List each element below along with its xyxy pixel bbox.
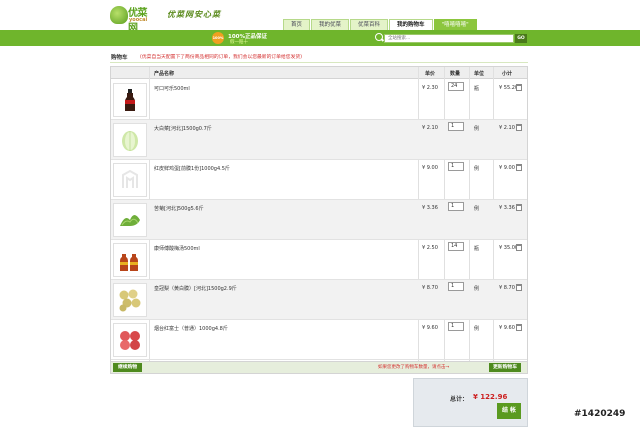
- table-footer: 继续购物 如果您更改了购物车数量，请点击→ 更新购物车: [111, 361, 527, 373]
- update-hint: 如果您更改了购物车数量，请点击→: [378, 365, 450, 370]
- product-price: ¥ 9.60: [422, 325, 438, 331]
- search-go-button[interactable]: GO: [515, 34, 527, 43]
- product-subtotal: ¥ 3.36: [499, 205, 515, 211]
- product-image[interactable]: [113, 203, 147, 237]
- search-input[interactable]: [384, 34, 514, 43]
- trash-icon[interactable]: [516, 284, 522, 291]
- product-image[interactable]: [113, 283, 147, 317]
- cart-table: 产品名称 单价 数量 单位 小计 可口可乐500ml ¥ 2.30 24 瓶 ¥…: [110, 66, 528, 374]
- product-unit: 例: [474, 326, 480, 332]
- green-search-bar: [0, 30, 640, 46]
- nav-home[interactable]: 首页: [283, 19, 311, 30]
- table-row: 大白菜[河北]1500g0.7斤 ¥ 2.10 1 例 ¥ 2.10: [111, 120, 527, 160]
- cabbage-logo-icon: [110, 6, 128, 24]
- product-unit: 例: [474, 126, 480, 132]
- quantity-input[interactable]: 14: [448, 242, 464, 251]
- table-header: 产品名称 单价 数量 单位 小计: [111, 67, 527, 79]
- col-price: 单价: [425, 71, 436, 77]
- table-row: 烟台红富士（普通）1000g4.8斤 ¥ 9.60 1 例 ¥ 9.60: [111, 320, 527, 360]
- quantity-input[interactable]: 1: [448, 322, 464, 331]
- table-row: 康师傅酸梅汤500ml ¥ 2.50 14 瓶 ¥ 35.00: [111, 240, 527, 280]
- endive-image: [120, 215, 140, 226]
- product-image[interactable]: [113, 123, 147, 157]
- trash-icon[interactable]: [516, 84, 522, 91]
- product-price: ¥ 3.36: [422, 205, 438, 211]
- placeholder-image: [122, 169, 138, 188]
- trash-icon[interactable]: [516, 124, 522, 131]
- product-price: ¥ 2.50: [422, 245, 438, 251]
- logo-subtext: yoocai: [129, 17, 148, 23]
- product-name[interactable]: 皇冠梨（黄白膜）[河北]1500g2.9斤: [154, 285, 237, 292]
- total-value: ¥ 122.96: [473, 393, 508, 401]
- quantity-input[interactable]: 1: [448, 282, 464, 291]
- product-unit: 例: [474, 206, 480, 212]
- table-row: 苦菊[河北]500g5.6斤 ¥ 3.36 1 例 ¥ 3.36: [111, 200, 527, 240]
- col-product-name: 产品名称: [154, 71, 175, 77]
- nav-my-cart[interactable]: 我的购物车: [389, 19, 433, 30]
- apples-image: [120, 331, 140, 350]
- quantity-input[interactable]: 1: [448, 122, 464, 131]
- product-price: ¥ 9.00: [422, 165, 438, 171]
- order-summary: 总计： ¥ 122.96 结 帐: [413, 378, 528, 427]
- product-unit: 瓶: [474, 246, 480, 252]
- checkout-button[interactable]: 结 帐: [497, 403, 521, 419]
- quantity-input[interactable]: 24: [448, 82, 464, 91]
- watermark-id: #1420249: [574, 409, 626, 419]
- cabbage-image: [122, 131, 138, 151]
- product-unit: 例: [474, 286, 480, 292]
- total-label: 总计：: [450, 396, 469, 403]
- search-icon: [375, 33, 383, 41]
- product-price: ¥ 2.30: [422, 85, 438, 91]
- product-name[interactable]: 烟台红富士（普通）1000g4.8斤: [154, 325, 228, 332]
- drink-bottles-image: [120, 254, 138, 271]
- table-row: 皇冠梨（黄白膜）[河北]1500g2.9斤 ¥ 8.70 1 例 ¥ 8.70: [111, 280, 527, 320]
- product-name[interactable]: 康师傅酸梅汤500ml: [154, 245, 200, 252]
- nav-extra[interactable]: "嘻嘻嘻嘻": [433, 19, 477, 30]
- guarantee-subtext: 假一赔十: [230, 40, 248, 45]
- continue-shopping-button[interactable]: 继续购物: [113, 363, 143, 372]
- cart-title: 购物车: [111, 55, 128, 61]
- nav-encyclopedia[interactable]: 优菜百科: [350, 19, 389, 30]
- table-row: 红皮鲜鸡蛋[前膜1份]1000g4.5斤 ¥ 9.00 1 例 ¥ 9.00: [111, 160, 527, 200]
- product-subtotal: ¥ 2.10: [499, 125, 515, 131]
- product-subtotal: ¥ 9.60: [499, 325, 515, 331]
- product-price: ¥ 8.70: [422, 285, 438, 291]
- trash-icon[interactable]: [516, 204, 522, 211]
- top-header: 优菜网 yoocai 优菜网安心菜 首页 我的优菜 优菜百科 我的购物车 "嘻嘻…: [0, 0, 640, 34]
- update-cart-button[interactable]: 更新购物车: [489, 363, 521, 372]
- product-name[interactable]: 可口可乐500ml: [154, 85, 190, 92]
- quantity-input[interactable]: 1: [448, 202, 464, 211]
- product-subtotal: ¥ 9.00: [499, 165, 515, 171]
- trash-icon[interactable]: [516, 244, 522, 251]
- product-price: ¥ 2.10: [422, 125, 438, 131]
- col-unit: 单位: [474, 71, 485, 77]
- product-subtotal: ¥ 8.70: [499, 285, 515, 291]
- site-slogan: 优菜网安心菜: [167, 9, 221, 19]
- cart-notice: (优菜自当天配置下了两份商品相同的订单，我们会以您最新的订单给您发货): [140, 55, 303, 60]
- cola-bottle-image: [125, 89, 135, 111]
- trash-icon[interactable]: [516, 164, 522, 171]
- cart-heading-row: 购物车 (优菜自当天配置下了两份商品相同的订单，我们会以您最新的订单给您发货): [110, 50, 528, 63]
- pears-image: [119, 289, 141, 312]
- product-unit: 例: [474, 166, 480, 172]
- main-nav: 首页 我的优菜 优菜百科 我的购物车 "嘻嘻嘻嘻": [283, 19, 478, 30]
- product-unit: 瓶: [474, 86, 480, 92]
- guarantee-badge-icon: 100%: [212, 32, 224, 44]
- nav-my-youcai[interactable]: 我的优菜: [311, 19, 350, 30]
- quantity-input[interactable]: 1: [448, 162, 464, 171]
- trash-icon[interactable]: [516, 324, 522, 331]
- product-image[interactable]: [113, 323, 147, 357]
- product-image[interactable]: [113, 243, 147, 277]
- site-logo[interactable]: 优菜网 yoocai: [110, 4, 154, 34]
- product-name[interactable]: 苦菊[河北]500g5.6斤: [154, 205, 204, 212]
- product-image[interactable]: [113, 163, 147, 197]
- col-quantity: 数量: [450, 71, 461, 77]
- product-name[interactable]: 红皮鲜鸡蛋[前膜1份]1000g4.5斤: [154, 165, 230, 172]
- product-name[interactable]: 大白菜[河北]1500g0.7斤: [154, 125, 212, 132]
- product-image[interactable]: [113, 83, 147, 117]
- table-row: 可口可乐500ml ¥ 2.30 24 瓶 ¥ 55.20: [111, 80, 527, 120]
- col-subtotal: 小计: [502, 71, 513, 77]
